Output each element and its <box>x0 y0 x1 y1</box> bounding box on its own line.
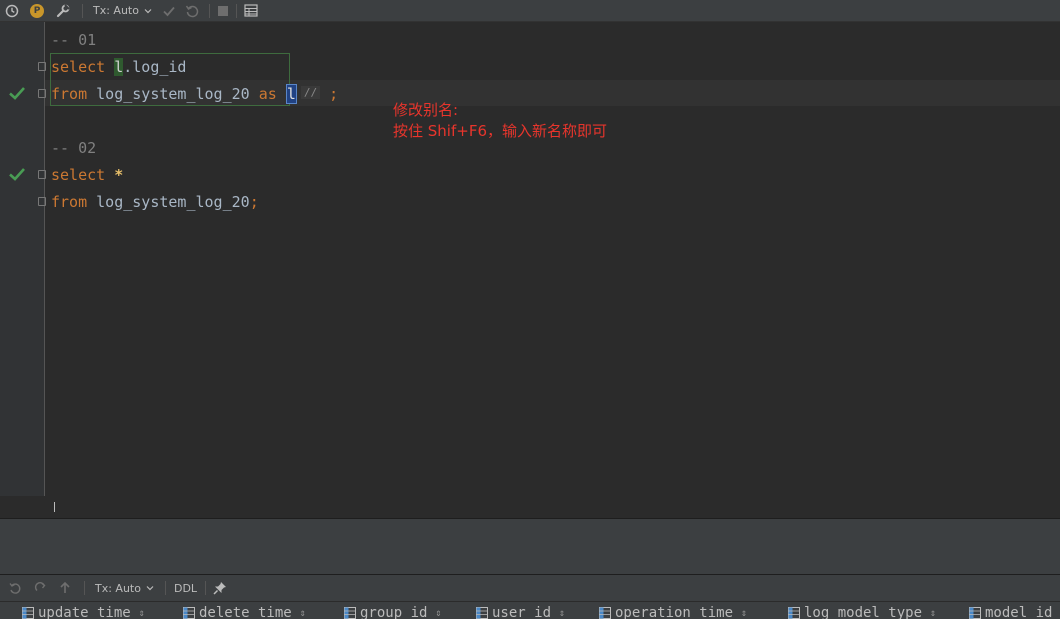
fold-marker[interactable] <box>38 89 46 98</box>
pin-icon[interactable] <box>212 578 228 599</box>
p-badge-label: P <box>30 3 44 18</box>
column-header[interactable]: model_id <box>969 605 1052 619</box>
chevron-down-icon <box>144 8 152 13</box>
editor-toolbar: P Tx: Auto <box>0 0 1060 22</box>
comment-text: -- 01 <box>51 31 97 49</box>
tx-mode-dropdown[interactable]: Tx: Auto <box>89 0 157 21</box>
keyword-select: select <box>51 58 106 76</box>
inlay-hint: // <box>300 86 321 99</box>
column-header[interactable]: group_id ⇕ <box>344 605 441 619</box>
p-badge-icon[interactable]: P <box>24 0 50 21</box>
toolbar-divider <box>208 3 210 18</box>
column-name: log_model_type <box>804 605 923 619</box>
wrench-icon[interactable] <box>50 0 76 21</box>
table-name: log_system_log_20 <box>87 85 259 103</box>
stop-square <box>217 5 228 16</box>
results-toolbar: Tx: Auto DDL <box>0 575 1060 601</box>
result-column-headers: update_time ⇕ delete_time ⇕ group_id ⇕ user… <box>0 602 1060 619</box>
code-line-from-2: from log_system_log_20; <box>51 189 259 215</box>
column-name: model_id <box>985 605 1053 619</box>
annotation-title: 修改别名: <box>393 101 459 119</box>
column-header[interactable]: update_time ⇕ <box>22 605 145 619</box>
keyword-select: select <box>51 166 106 184</box>
column-icon <box>788 607 800 619</box>
toolbar-divider <box>84 581 85 595</box>
output-panel <box>0 519 1060 574</box>
sort-icon[interactable]: ⇕ <box>741 608 747 619</box>
semicolon: ; <box>329 85 339 103</box>
column-header[interactable]: log_model_type ⇕ <box>788 605 936 619</box>
toolbar-divider <box>205 581 207 595</box>
rollback-icon[interactable] <box>181 0 203 21</box>
column-name: user_id <box>492 605 552 619</box>
column-header[interactable]: operation_time ⇕ <box>599 605 747 619</box>
annotation-body: 按住 Shif+F6，输入新名称即可 <box>393 122 607 140</box>
stop-icon[interactable] <box>216 0 230 21</box>
sort-icon[interactable]: ⇕ <box>435 608 441 619</box>
sort-icon[interactable]: ⇕ <box>930 608 936 619</box>
keyword-from: from <box>51 193 88 211</box>
alias-reference: l <box>114 58 124 76</box>
column-icon <box>183 607 195 619</box>
column-header[interactable]: delete_time ⇕ <box>183 605 306 619</box>
sort-icon[interactable]: ⇕ <box>559 608 565 619</box>
table-name: log_system_log_20 <box>87 193 250 211</box>
toolbar-divider <box>164 581 166 595</box>
submit-icon[interactable] <box>52 578 78 599</box>
history-icon[interactable] <box>0 0 24 21</box>
ddl-label: DDL <box>173 581 198 595</box>
column-icon <box>344 607 356 619</box>
fold-marker[interactable] <box>38 197 46 206</box>
code-line-select-2: select * <box>51 162 123 188</box>
check-icon <box>9 168 25 181</box>
column-header[interactable]: user_id ⇕ <box>476 605 565 619</box>
code-line-comment-1: -- 01 <box>51 27 96 53</box>
toolbar-divider <box>82 3 83 18</box>
alias-rename-field[interactable]: l <box>285 84 297 104</box>
toolbar-divider <box>235 3 237 18</box>
column-icon <box>22 607 34 619</box>
redo-icon[interactable] <box>30 578 52 599</box>
check-icon <box>9 87 25 100</box>
fold-marker[interactable] <box>38 170 46 179</box>
column-reference: .log_id <box>123 58 187 76</box>
ddl-button[interactable]: DDL <box>172 578 199 599</box>
undo-icon[interactable] <box>0 578 30 599</box>
table-icon[interactable] <box>243 0 259 21</box>
code-line-select-1: select l.log_id <box>51 54 186 80</box>
keyword-from: from <box>51 85 88 103</box>
star-symbol: * <box>114 166 124 184</box>
tx-mode-label: Tx: Auto <box>93 4 139 17</box>
column-icon <box>599 607 611 619</box>
rename-annotation: 修改别名: 按住 Shif+F6，输入新名称即可 <box>393 100 607 142</box>
code-line-comment-2: -- 02 <box>51 135 96 161</box>
code-line-from-1: from log_system_log_20 as l// ; <box>51 81 338 107</box>
column-name: delete_time <box>199 605 292 619</box>
column-name: update_time <box>38 605 131 619</box>
sort-icon[interactable]: ⇕ <box>139 608 145 619</box>
column-icon <box>476 607 488 619</box>
commit-icon[interactable] <box>157 0 181 21</box>
tx-mode-dropdown[interactable]: Tx: Auto <box>91 578 159 599</box>
fold-marker[interactable] <box>38 62 46 71</box>
column-name: group_id <box>360 605 428 619</box>
column-name: operation_time <box>615 605 734 619</box>
chevron-down-icon <box>146 586 154 591</box>
semicolon: ; <box>249 193 259 211</box>
comment-text: -- 02 <box>51 139 97 157</box>
editor-bottom-strip <box>0 496 1060 518</box>
text-cursor <box>54 502 55 512</box>
sort-icon[interactable]: ⇕ <box>300 608 306 619</box>
column-icon <box>969 607 981 619</box>
keyword-as: as <box>258 85 277 103</box>
tx-mode-label: Tx: Auto <box>95 581 141 595</box>
sql-editor[interactable]: -- 01 select l.log_id from log_system_lo… <box>0 22 1060 496</box>
